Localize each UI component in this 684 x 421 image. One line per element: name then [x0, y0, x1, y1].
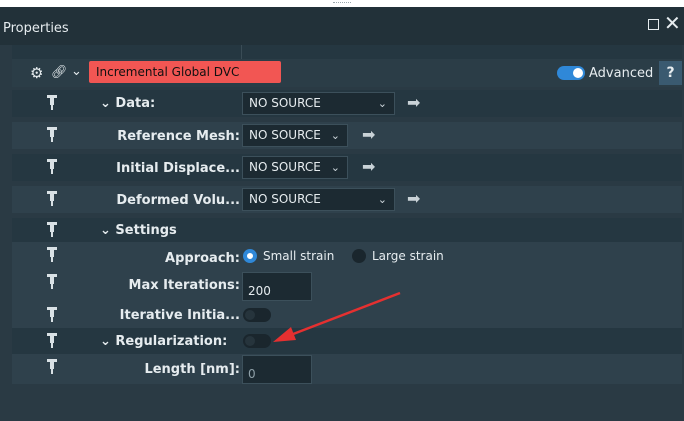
annotation-arrow — [273, 291, 401, 342]
